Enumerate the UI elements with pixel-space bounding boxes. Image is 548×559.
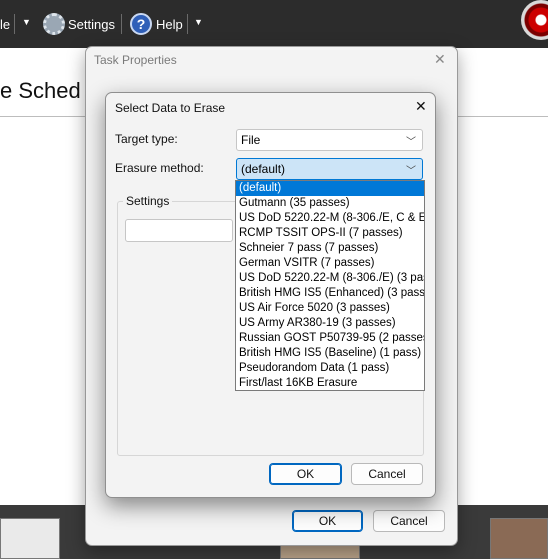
dropdown-option[interactable]: US DoD 5220.22-M (8-306./E, C & E) [236,211,424,226]
chevron-down-icon[interactable]: ▼ [194,17,203,27]
toolbar-separator [14,14,15,34]
select-data-cancel-button[interactable]: Cancel [351,463,423,485]
page-title: e Sched [0,78,81,103]
chevron-down-icon: ﹀ [406,137,416,148]
dropdown-option[interactable]: British HMG IS5 (Enhanced) (3 passes) [236,286,424,301]
toolbar-partial-item[interactable]: le [0,0,10,48]
dropdown-option[interactable]: US DoD 5220.22-M (8-306./E) (3 passes) [236,271,424,286]
dropdown-option[interactable]: Gutmann (35 passes) [236,196,424,211]
erasure-method-value: (default) [241,162,286,176]
settings-label: Settings [68,16,115,32]
target-type-label: Target type: [115,132,178,146]
help-button[interactable]: ? Help [130,0,183,48]
select-data-title: Select Data to Erase [115,101,226,115]
close-icon[interactable]: ✕ [415,98,427,115]
dropdown-option[interactable]: US Air Force 5020 (3 passes) [236,301,424,316]
dropdown-option[interactable]: Schneier 7 pass (7 passes) [236,241,424,256]
toolbar-separator [121,14,122,34]
chevron-down-icon[interactable]: ▼ [22,17,31,27]
select-data-ok-button[interactable]: OK [269,463,342,485]
chevron-down-icon: ﹀ [406,166,416,177]
dropdown-option[interactable]: British HMG IS5 (Baseline) (1 pass) [236,346,424,361]
toolbar-partial-label: le [0,16,11,32]
settings-field[interactable] [125,219,233,242]
dropdown-option[interactable]: German VSITR (7 passes) [236,256,424,271]
erasure-method-label: Erasure method: [115,161,204,175]
dropdown-option[interactable]: US Army AR380-19 (3 passes) [236,316,424,331]
thumbnail [490,518,548,559]
app-toolbar: le ▼ Settings ? Help ▼ [0,0,548,48]
settings-button[interactable]: Settings [43,0,115,48]
dropdown-option[interactable]: Russian GOST P50739-95 (2 passes) [236,331,424,346]
dropdown-option[interactable]: First/last 16KB Erasure [236,376,424,390]
erasure-method-dropdown-list[interactable]: (default) Gutmann (35 passes) US DoD 522… [235,180,425,391]
dropdown-option[interactable]: Pseudorandom Data (1 pass) [236,361,424,376]
target-type-select[interactable]: File ﹀ [236,129,423,151]
task-properties-title: Task Properties [94,53,177,67]
gear-icon [43,13,65,35]
target-type-value: File [241,133,261,147]
thumbnail [0,518,60,559]
dropdown-option[interactable]: RCMP TSSIT OPS-II (7 passes) [236,226,424,241]
task-properties-ok-button[interactable]: OK [292,510,363,532]
settings-group-label: Settings [123,194,173,208]
toolbar-separator [187,14,188,34]
erasure-method-select[interactable]: (default) ﹀ [236,158,423,180]
task-properties-cancel-button[interactable]: Cancel [373,510,445,532]
close-icon[interactable]: ✕ [434,51,446,68]
help-label: Help [156,16,183,32]
help-icon: ? [130,13,152,35]
dropdown-option[interactable]: (default) [236,181,424,196]
app-logo-icon [521,0,548,40]
